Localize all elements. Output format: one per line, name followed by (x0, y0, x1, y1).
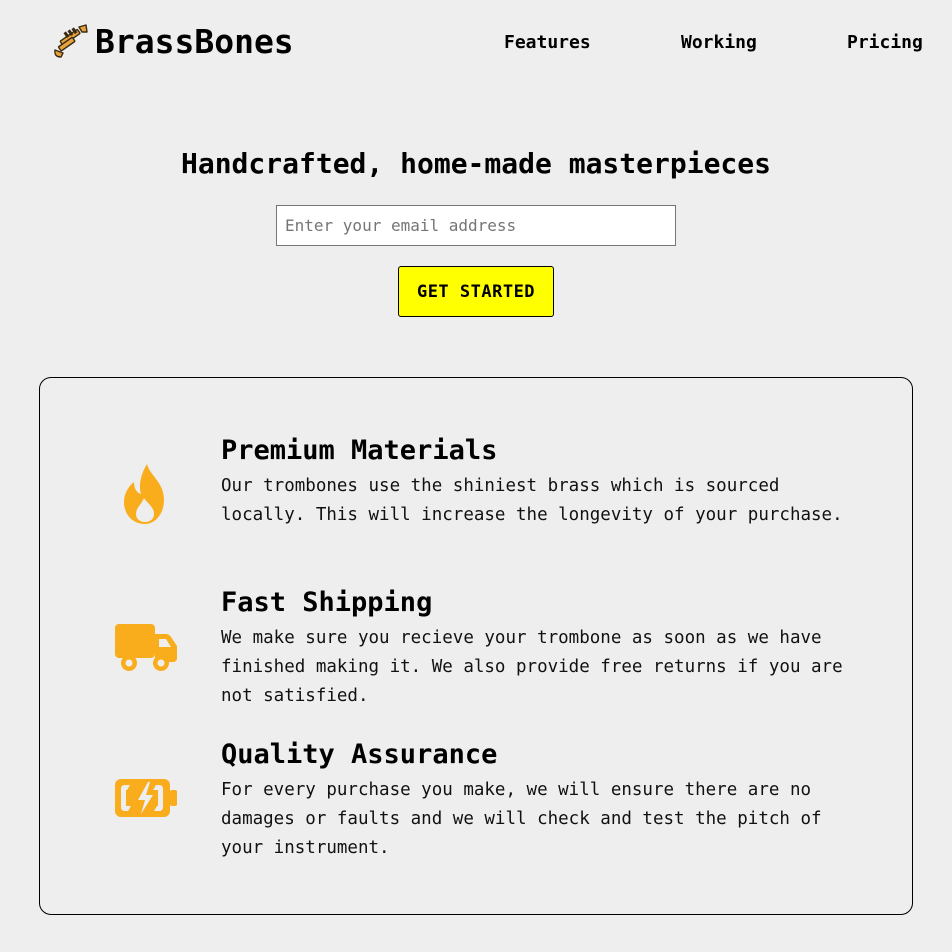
feature-title: Premium Materials (221, 435, 498, 466)
feature-title: Quality Assurance (221, 739, 498, 770)
feature-premium-materials: Premium Materials Our trombones use the … (40, 434, 912, 564)
get-started-button[interactable]: GET STARTED (398, 266, 554, 317)
battery-bolt-icon (114, 766, 178, 830)
feature-description: Our trombones use the shiniest brass whi… (221, 476, 843, 525)
nav-link-working[interactable]: Working (681, 31, 757, 55)
email-input[interactable] (276, 205, 676, 246)
feature-quality-assurance: Quality Assurance For every purchase you… (40, 738, 912, 868)
trumpet-icon (51, 23, 89, 61)
brand[interactable]: BrassBones (51, 22, 294, 62)
truck-icon (114, 614, 178, 678)
feature-description: For every purchase you make, we will ens… (221, 780, 822, 858)
site-header: BrassBones Features Working Pricing (0, 0, 952, 88)
flame-icon (114, 462, 178, 526)
feature-description: We make sure you recieve your trombone a… (221, 628, 843, 706)
feature-fast-shipping: Fast Shipping We make sure you recieve y… (40, 586, 912, 716)
features-card: Premium Materials Our trombones use the … (39, 377, 913, 915)
hero-title: Handcrafted, home-made masterpieces (180, 147, 771, 180)
feature-title: Fast Shipping (221, 587, 433, 618)
nav-link-features[interactable]: Features (504, 31, 591, 55)
nav-link-pricing[interactable]: Pricing (847, 31, 923, 55)
brand-name: BrassBones (95, 22, 294, 61)
